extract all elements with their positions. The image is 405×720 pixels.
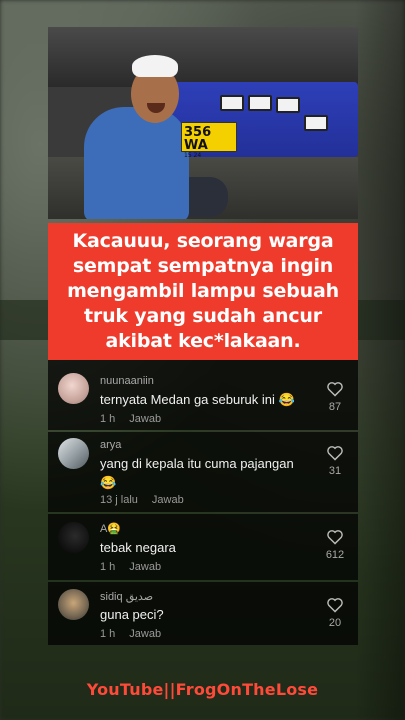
comment-meta: 1 h Jawab [100,413,161,425]
heart-icon[interactable] [326,597,344,613]
truck-light [304,115,328,131]
plate-number: 356 WA [184,125,212,153]
comment-text: guna peci? [100,607,164,622]
heart-icon[interactable] [326,529,344,545]
comment-item: A🤮 tebak negara 1 h Jawab 612 [48,514,358,580]
comment-time: 13 j lalu [100,494,138,506]
comment-text: ternyata Medan ga seburuk ini 😂 [100,392,295,407]
avatar[interactable] [58,589,89,620]
comment-item: arya yang di kepala itu cuma pajangan 😂 … [48,432,358,512]
peci-cap [132,55,178,77]
like-count: 87 [328,401,342,413]
background-shade [355,0,405,720]
comment-text: tebak negara [100,540,176,555]
video-frame: 356 WA 15 24 [48,27,358,219]
like-count: 31 [328,465,342,477]
reply-button[interactable]: Jawab [129,628,161,640]
reply-button[interactable]: Jawab [129,561,161,573]
plate-sub: 15 24 [184,152,202,159]
comment-item: nuunaaniin ternyata Medan ga seburuk ini… [48,360,358,430]
channel-watermark: YouTube||FrogOnTheLose [86,680,319,699]
comment-meta: 13 j lalu Jawab [100,494,184,506]
comment-time: 1 h [100,628,116,640]
heart-icon[interactable] [326,445,344,461]
comment-username[interactable]: arya [100,439,121,451]
truck-light [248,95,272,111]
comment-text: yang di kepala itu cuma pajangan 😂 [100,456,294,490]
comment-list: nuunaaniin ternyata Medan ga seburuk ini… [48,360,358,645]
license-plate: 356 WA 15 24 [181,122,237,159]
comment-username[interactable]: nuunaaniin [100,375,154,387]
comment-username[interactable]: A🤮 [100,522,121,535]
truck-cab [48,27,358,87]
comment-item: sidiq صديق guna peci? 1 h Jawab 20 [48,582,358,645]
truck-light [220,95,244,111]
like-count: 20 [328,617,342,629]
comment-meta: 1 h Jawab [100,628,161,640]
caption-box: Kacauuu, seorang warga sempat sempatnya … [48,223,358,360]
avatar[interactable] [58,373,89,404]
caption-text: Kacauuu, seorang warga sempat sempatnya … [67,230,339,352]
comment-username[interactable]: sidiq صديق [100,590,153,603]
comment-time: 1 h [100,413,116,425]
heart-icon[interactable] [326,381,344,397]
truck-light [276,97,300,113]
person-shirt [84,107,189,219]
like-count: 612 [325,549,345,561]
reply-button[interactable]: Jawab [129,413,161,425]
comment-meta: 1 h Jawab [100,561,161,573]
avatar[interactable] [58,522,89,553]
reply-button[interactable]: Jawab [152,494,184,506]
comment-time: 1 h [100,561,116,573]
avatar[interactable] [58,438,89,469]
